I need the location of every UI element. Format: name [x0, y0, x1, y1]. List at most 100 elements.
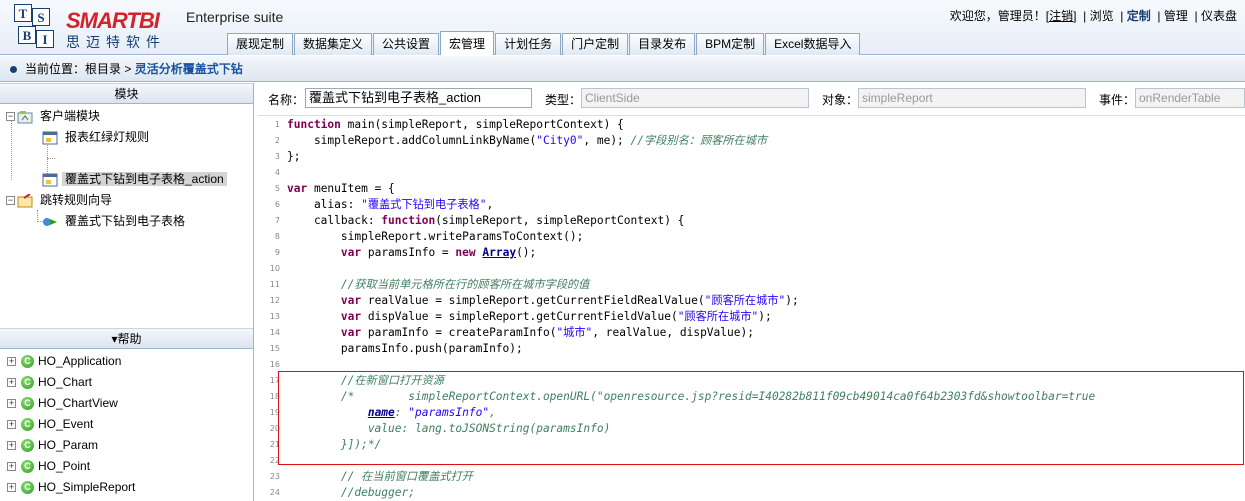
expand-icon[interactable]: +	[7, 420, 16, 430]
product-suite-label: Enterprise suite	[186, 9, 284, 25]
help-list: + C HO_Application + C HO_Chart + C HO_ChartVi…	[0, 351, 253, 498]
line-number: 3	[274, 152, 280, 161]
code-editor[interactable]: 1 function main(simpleReport, simpleRepor…	[258, 115, 1245, 501]
code-text: simpleReport.writeParamsToContext();	[287, 230, 584, 243]
class-icon: C	[21, 355, 34, 369]
help-item-ho-application[interactable]: + C HO_Application	[0, 351, 253, 372]
highlight-box	[278, 371, 1244, 465]
code-line: 3};	[258, 149, 1245, 165]
line-number: 17	[269, 376, 280, 385]
module-panel-header: 模块	[0, 83, 253, 104]
code-text: function main(simpleReport, simpleReport…	[287, 118, 624, 131]
code-line: 2 simpleReport.addColumnLinkByName("City…	[258, 133, 1245, 149]
line-number: 8	[274, 232, 280, 241]
help-item-label: HO_ChartView	[38, 396, 118, 410]
code-line: 10	[258, 261, 1245, 277]
line-number: 16	[269, 360, 280, 369]
tree-node-label: 覆盖式下钻到电子表格_action	[62, 172, 227, 186]
help-item-ho-event[interactable]: + C HO_Event	[0, 414, 253, 435]
tree-node-traffic-light-rule[interactable]: 报表红绿灯规则	[42, 128, 152, 147]
breadcrumb-root[interactable]: 根目录 >	[85, 62, 135, 76]
code-line: 11 //获取当前单元格所在行的顾客所在城市字段的值	[258, 277, 1245, 293]
code-text: //debugger;	[340, 486, 415, 499]
code-line: 1 function main(simpleReport, simpleRepor…	[258, 117, 1245, 133]
code-text: var paramInfo = createParamInfo("城市", re…	[340, 326, 754, 339]
class-icon: C	[21, 397, 34, 411]
help-item-ho-param[interactable]: + C HO_Param	[0, 435, 253, 456]
tree-node-drilldown-jump[interactable]: 覆盖式下钻到电子表格	[42, 212, 188, 231]
main-tabs: 展现定制 数据集定义 公共设置 宏管理 计划任务 门户定制 目录发布 BPM定制…	[227, 31, 861, 55]
logout-link[interactable]: 注销	[1049, 9, 1073, 23]
tab-catalog-publish[interactable]: 目录发布	[629, 33, 696, 55]
link-browse[interactable]: 浏览	[1090, 9, 1114, 23]
name-input[interactable]: 覆盖式下钻到电子表格_action	[305, 88, 532, 108]
tree-node-label: 跳转规则向导	[40, 193, 113, 207]
tab-scheduled-tasks[interactable]: 计划任务	[495, 33, 562, 55]
tab-public-settings[interactable]: 公共设置	[373, 33, 440, 55]
code-line: 8 simpleReport.writeParamsToContext();	[258, 229, 1245, 245]
code-line: 15 paramsInfo.push(paramInfo);	[258, 341, 1245, 357]
code-text: // 在当前窗口覆盖式打开	[340, 470, 473, 483]
code-line: 12 var realValue = simpleReport.getCurre…	[258, 293, 1245, 309]
line-number: 19	[269, 408, 280, 417]
expand-icon[interactable]: +	[7, 483, 16, 493]
line-number: 4	[274, 168, 280, 177]
expand-icon[interactable]: +	[7, 399, 16, 409]
folder-module-icon	[17, 110, 33, 124]
code-text: //获取当前单元格所在行的顾客所在城市字段的值	[340, 278, 590, 291]
event-label: 事件：	[1099, 93, 1136, 107]
help-item-ho-chart[interactable]: + C HO_Chart	[0, 372, 253, 393]
welcome-text: 欢迎您，管理员！[	[949, 9, 1050, 23]
tree-node-jump-rule-wizard[interactable]: − 跳转规则向导	[6, 191, 115, 210]
collapse-icon[interactable]: −	[6, 112, 15, 122]
line-number: 5	[274, 184, 280, 193]
code-line: 4	[258, 165, 1245, 181]
line-number: 23	[269, 472, 280, 481]
code-line: 5 var menuItem = {	[258, 181, 1245, 197]
code-text: paramsInfo.push(paramInfo);	[287, 342, 523, 355]
tab-bpm-customize[interactable]: BPM定制	[696, 33, 765, 55]
help-panel-header[interactable]: ▾帮助	[0, 328, 253, 349]
help-item-ho-chartview[interactable]: + C HO_ChartView	[0, 393, 253, 414]
line-number: 15	[269, 344, 280, 353]
logo-letter: B	[18, 26, 36, 44]
macro-file-icon	[42, 131, 58, 145]
line-number: 20	[269, 424, 280, 433]
tree-node-label: 客户端模块	[40, 109, 101, 123]
expand-icon[interactable]: +	[7, 441, 16, 451]
class-icon: C	[21, 460, 34, 474]
code-line: 24 //debugger;	[258, 485, 1245, 501]
collapse-icon[interactable]: −	[6, 196, 15, 206]
brand-name: SMARTBI	[66, 8, 160, 33]
object-input: simpleReport	[858, 88, 1086, 108]
module-tree: − 客户端模块 报表红绿灯规则 覆盖式下钻到电子表格_action − 跳转规则向导…	[0, 104, 253, 329]
link-dashboard[interactable]: 仪表盘	[1201, 9, 1237, 23]
link-customize[interactable]: 定制	[1127, 9, 1151, 23]
tree-node-drilldown-action[interactable]: 覆盖式下钻到电子表格_action	[42, 170, 227, 189]
help-item-label: HO_SimpleReport	[38, 480, 136, 494]
type-input: ClientSide	[581, 88, 809, 108]
tab-portal-customize[interactable]: 门户定制	[562, 33, 629, 55]
breadcrumb-prefix: 当前位置：	[25, 62, 86, 76]
class-icon: C	[21, 439, 34, 453]
code-line: 13 var dispValue = simpleReport.getCurre…	[258, 309, 1245, 325]
tab-report-customize[interactable]: 展现定制	[227, 33, 294, 55]
expand-icon[interactable]: +	[7, 462, 16, 472]
tab-dataset-definition[interactable]: 数据集定义	[294, 33, 373, 55]
type-label: 类型：	[545, 93, 582, 107]
tree-node-client-module[interactable]: − 客户端模块	[6, 107, 103, 126]
help-item-label: HO_Param	[38, 438, 99, 452]
expand-icon[interactable]: +	[7, 357, 16, 367]
help-item-label: HO_Point	[38, 459, 91, 473]
help-item-ho-simplereport[interactable]: + C HO_SimpleReport	[0, 477, 253, 498]
tab-excel-import[interactable]: Excel数据导入	[765, 33, 861, 55]
tab-macro-management[interactable]: 宏管理	[440, 31, 495, 55]
line-number: 10	[269, 264, 280, 273]
link-manage[interactable]: 管理	[1164, 9, 1188, 23]
code-text: var realValue = simpleReport.getCurrentF…	[340, 294, 799, 307]
help-item-ho-point[interactable]: + C HO_Point	[0, 456, 253, 477]
expand-icon[interactable]: +	[7, 378, 16, 388]
logo-letter: T	[14, 4, 32, 22]
brand-name-cn: 思迈特软件	[66, 34, 166, 50]
code-line: 14 var paramInfo = createParamInfo("城市",…	[258, 325, 1245, 341]
